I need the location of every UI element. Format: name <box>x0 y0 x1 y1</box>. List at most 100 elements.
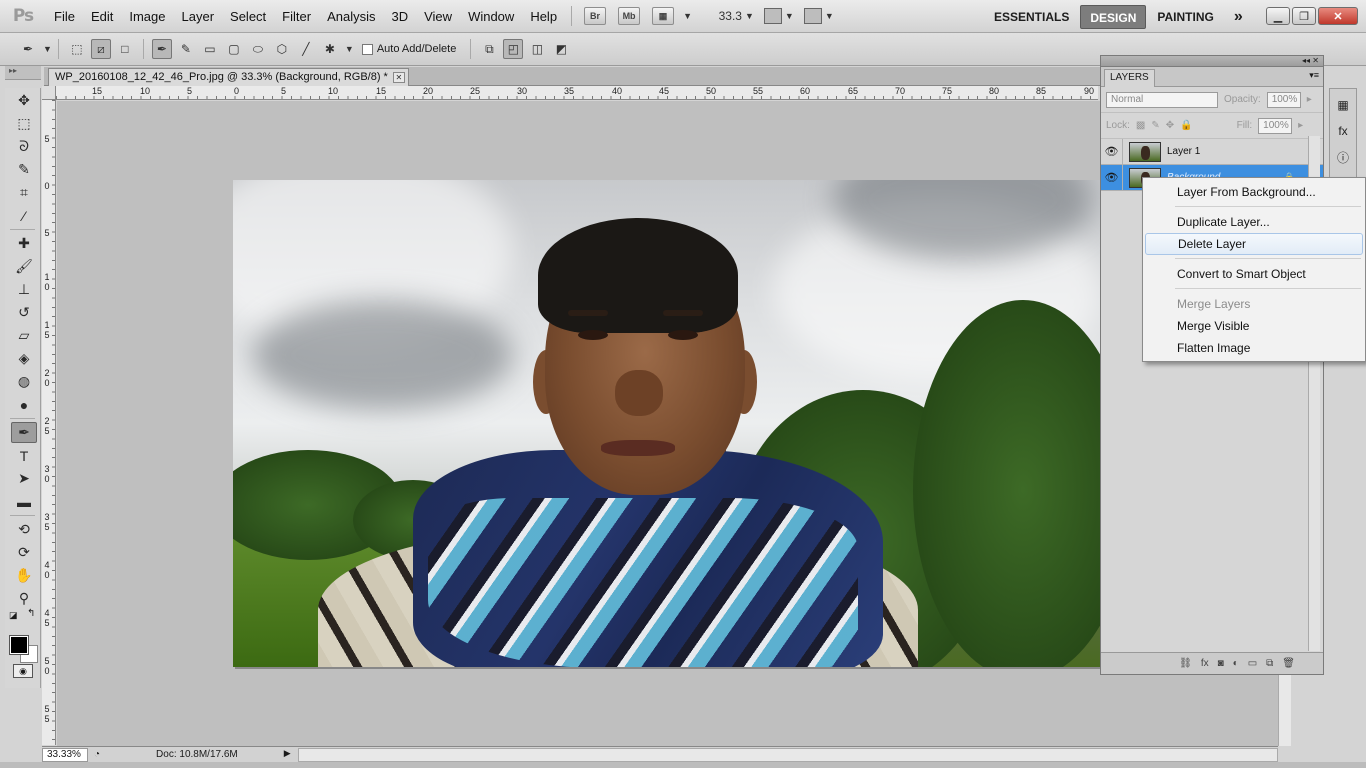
link-layers-icon[interactable]: ⛓ <box>1179 658 1192 669</box>
chevron-down-icon[interactable]: ▼ <box>43 44 52 54</box>
lasso-tool-icon[interactable]: ᘐ <box>11 136 37 157</box>
lock-all-icon[interactable]: 🔒 <box>1180 120 1192 131</box>
horizontal-scrollbar[interactable] <box>297 747 1278 762</box>
paths-icon[interactable]: ⧄ <box>90 39 111 59</box>
auto-add-delete-option[interactable]: Auto Add/Delete <box>361 43 456 55</box>
add-to-path-icon[interactable]: ⧉ <box>479 39 499 59</box>
eyedropper-tool-icon[interactable]: ⁄ <box>11 205 37 226</box>
close-button[interactable]: ✕ <box>1318 7 1358 25</box>
chevron-down-icon[interactable]: ▼ <box>683 11 692 21</box>
menu-item-convert-smart-object[interactable]: Convert to Smart Object <box>1145 263 1363 285</box>
swap-colors-icon[interactable]: ↰ <box>27 608 35 619</box>
restore-button[interactable]: ❐ <box>1292 7 1316 25</box>
tools-panel-grip[interactable]: ▸▸ <box>5 66 41 80</box>
rectangle-shape-icon[interactable]: ▭ <box>200 39 220 59</box>
menu-item-flatten-image[interactable]: Flatten Image <box>1145 337 1363 359</box>
pen-tool-preset-icon[interactable]: ✒ <box>18 39 38 59</box>
brush-tool-icon[interactable]: 🖌 <box>11 256 37 277</box>
freeform-pen-icon[interactable]: ✎ <box>176 39 196 59</box>
adjustment-layer-icon[interactable]: ◐ <box>1233 658 1239 669</box>
quick-mask-icon[interactable]: ◉ <box>13 664 33 678</box>
fill-slider-arrow-icon[interactable]: ▸ <box>1298 120 1303 131</box>
layer-style-icon[interactable]: fx <box>1201 658 1209 669</box>
menu-analysis[interactable]: Analysis <box>319 0 383 33</box>
type-tool-icon[interactable]: T <box>11 445 37 466</box>
line-icon[interactable]: ╱ <box>296 39 316 59</box>
history-brush-tool-icon[interactable]: ↺ <box>11 302 37 323</box>
dodge-tool-icon[interactable]: ● <box>11 394 37 415</box>
layer-row-layer-1[interactable]: 👁 Layer 1 <box>1101 138 1323 165</box>
chevron-down-icon[interactable]: ▼ <box>745 11 754 21</box>
menu-select[interactable]: Select <box>222 0 274 33</box>
screen-mode-icon[interactable] <box>803 8 822 24</box>
marquee-tool-icon[interactable]: ⬚ <box>11 113 37 134</box>
styles-panel-icon[interactable]: fx <box>1333 121 1353 141</box>
auto-add-delete-checkbox[interactable] <box>361 43 373 55</box>
menu-3d[interactable]: 3D <box>383 0 416 33</box>
launch-minibridge-button[interactable]: Mb <box>618 7 641 25</box>
crop-tool-icon[interactable]: ⌗ <box>11 182 37 203</box>
menu-file[interactable]: File <box>46 0 83 33</box>
menu-help[interactable]: Help <box>522 0 565 33</box>
opacity-input[interactable]: 100% <box>1266 91 1301 108</box>
workspace-design[interactable]: DESIGN <box>1080 4 1147 29</box>
workspace-essentials[interactable]: ESSENTIALS <box>985 5 1078 29</box>
document-size-info[interactable]: Doc: 10.8M/17.6M <box>156 749 238 760</box>
visibility-eye-icon[interactable]: 👁 <box>1101 164 1123 191</box>
panel-header[interactable]: ◂◂ ✕ <box>1101 56 1323 67</box>
blend-mode-select[interactable]: Normal <box>1106 91 1218 108</box>
menu-item-duplicate-layer[interactable]: Duplicate Layer... <box>1145 211 1363 233</box>
close-document-icon[interactable]: ✕ <box>392 72 405 83</box>
move-tool-icon[interactable]: ✥ <box>11 90 37 111</box>
menu-item-delete-layer[interactable]: Delete Layer <box>1145 233 1363 255</box>
workspace-painting[interactable]: PAINTING <box>1148 5 1222 29</box>
chevron-down-icon[interactable]: ▼ <box>785 11 794 21</box>
horizontal-ruler[interactable]: 15 10 5 0 5 10 15 20 25 30 35 40 45 50 5… <box>56 86 1098 100</box>
launch-bridge-button[interactable]: Br <box>584 7 607 25</box>
tab-layers[interactable]: LAYERS <box>1104 69 1155 87</box>
opacity-slider-arrow-icon[interactable]: ▸ <box>1307 94 1312 105</box>
menu-layer[interactable]: Layer <box>174 0 223 33</box>
path-selection-tool-icon[interactable]: ➤ <box>11 468 37 489</box>
polygon-icon[interactable]: ⬡ <box>272 39 292 59</box>
exclude-path-icon[interactable]: ◩ <box>551 39 571 59</box>
chevron-down-icon[interactable]: ▼ <box>825 11 834 21</box>
shape-layers-icon[interactable]: ⬚ <box>67 39 87 59</box>
arrange-documents-icon[interactable] <box>763 8 782 24</box>
eraser-tool-icon[interactable]: ▱ <box>11 325 37 346</box>
pen-tool-icon[interactable]: ✒ <box>11 422 37 443</box>
delete-layer-icon[interactable]: 🗑 <box>1282 658 1295 669</box>
menu-filter[interactable]: Filter <box>274 0 319 33</box>
ellipse-icon[interactable]: ⬭ <box>248 39 268 59</box>
visibility-eye-icon[interactable]: 👁 <box>1101 138 1123 165</box>
minimize-button[interactable]: ▁ <box>1266 7 1290 25</box>
lock-transparent-icon[interactable]: ▩ <box>1136 120 1145 131</box>
rectangle-tool-icon[interactable]: ▬ <box>11 491 37 512</box>
fill-input[interactable]: 100% <box>1258 117 1293 134</box>
document-canvas-photo[interactable] <box>233 180 1100 667</box>
hand-tool-icon[interactable]: ✋ <box>11 565 37 586</box>
menu-edit[interactable]: Edit <box>83 0 121 33</box>
custom-shape-icon[interactable]: ✱ <box>320 39 340 59</box>
document-tab[interactable]: WP_20160108_12_42_46_Pro.jpg @ 33.3% (Ba… <box>48 68 409 86</box>
menu-item-layer-from-background[interactable]: Layer From Background... <box>1145 181 1363 203</box>
chevron-down-icon[interactable]: ▼ <box>345 44 354 54</box>
lock-position-icon[interactable]: ✥ <box>1166 120 1174 131</box>
paint-bucket-tool-icon[interactable]: ◈ <box>11 348 37 369</box>
fill-pixels-icon[interactable]: □ <box>115 39 135 59</box>
intersect-path-icon[interactable]: ◫ <box>527 39 547 59</box>
status-info-icon[interactable]: ◔ <box>94 749 100 760</box>
view-extras-icon[interactable]: ▦ <box>652 7 675 25</box>
menu-item-merge-layers[interactable]: Merge Layers <box>1145 293 1363 315</box>
default-colors-icon[interactable]: ◪ <box>9 610 18 621</box>
quick-selection-tool-icon[interactable]: ✎ <box>11 159 37 180</box>
vertical-ruler[interactable]: 5 0 5 1 0 1 5 2 0 2 5 3 0 3 5 4 0 4 5 5 … <box>42 100 56 745</box>
menu-image[interactable]: Image <box>121 0 173 33</box>
panel-menu-icon[interactable]: ▾≡ <box>1309 70 1319 81</box>
blur-tool-icon[interactable]: ◍ <box>11 371 37 392</box>
status-zoom-field[interactable]: 33.33% <box>42 747 88 762</box>
3d-orbit-tool-icon[interactable]: ⟳ <box>11 542 37 563</box>
menu-view[interactable]: View <box>416 0 460 33</box>
menu-window[interactable]: Window <box>460 0 522 33</box>
more-workspaces-icon[interactable]: » <box>1225 5 1252 29</box>
